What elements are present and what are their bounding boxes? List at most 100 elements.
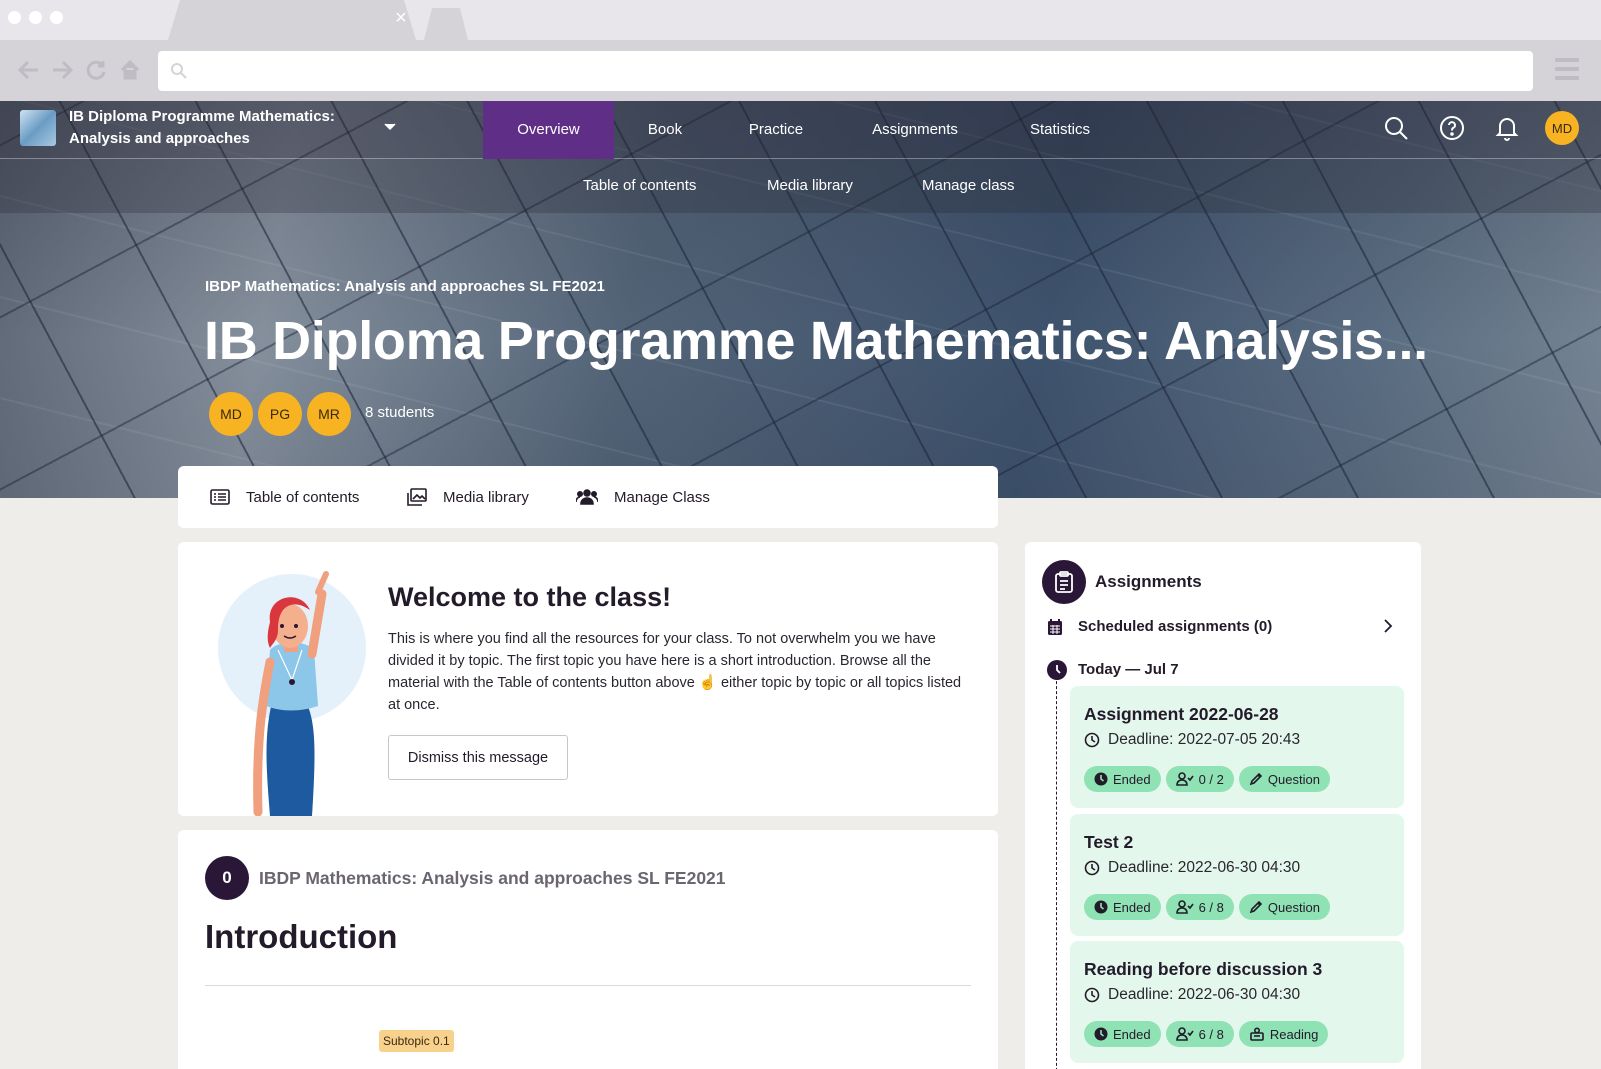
deadline-text: Deadline: 2022-06-30 04:30 xyxy=(1108,859,1301,876)
assignments-heading[interactable]: Assignments xyxy=(1095,572,1202,592)
list-icon xyxy=(210,489,230,505)
reload-icon[interactable] xyxy=(84,58,108,82)
quick-link-label: Table of contents xyxy=(246,488,360,506)
submissions-badge: 6 / 8 xyxy=(1165,894,1234,920)
topic-title[interactable]: Introduction xyxy=(205,918,397,956)
tab-practice[interactable]: Practice xyxy=(735,101,817,159)
user-avatar[interactable]: MD xyxy=(1545,111,1579,145)
assignment-title: Test 2 xyxy=(1084,832,1134,852)
type-badge: Question xyxy=(1238,894,1330,920)
users-group-icon xyxy=(576,489,598,505)
type-badge: Reading xyxy=(1238,1021,1329,1047)
member-avatar[interactable]: MD xyxy=(209,392,253,436)
image-gallery-icon xyxy=(407,488,427,506)
topic-number-badge: 0 xyxy=(205,856,249,900)
user-check-icon xyxy=(1175,772,1194,786)
chevron-right-icon[interactable] xyxy=(1383,618,1393,634)
assignment-title: Reading before discussion 3 xyxy=(1084,959,1323,979)
tab-statistics[interactable]: Statistics xyxy=(1015,101,1105,159)
reading-icon xyxy=(1250,1027,1264,1041)
assignment-card[interactable]: Reading before discussion 3 Deadline: 20… xyxy=(1070,941,1404,1063)
status-badge: Ended xyxy=(1084,766,1161,792)
clock-filled-icon xyxy=(1094,772,1108,786)
browser-tab-strip: × xyxy=(0,0,1601,40)
quick-link-label: Media library xyxy=(443,488,529,506)
clock-filled-icon xyxy=(1094,1027,1108,1041)
type-badge: Question xyxy=(1238,766,1330,792)
type-label: Question xyxy=(1267,899,1320,915)
window-controls[interactable] xyxy=(8,11,63,24)
clock-icon xyxy=(1047,660,1067,680)
clock-icon xyxy=(1084,987,1100,1003)
notifications-bell-icon[interactable] xyxy=(1492,113,1522,143)
welcome-message: This is where you find all the resources… xyxy=(388,631,962,713)
user-check-icon xyxy=(1175,900,1194,914)
assignment-deadline: Deadline: 2022-06-30 04:30 xyxy=(1084,859,1300,877)
quick-link-manage-class[interactable]: Manage Class xyxy=(576,466,710,528)
tab-assignments[interactable]: Assignments xyxy=(860,101,970,159)
address-bar[interactable] xyxy=(158,51,1533,91)
dismiss-message-button[interactable]: Dismiss this message xyxy=(388,735,568,780)
assignment-card[interactable]: Test 2 Deadline: 2022-06-30 04:30 Ended … xyxy=(1070,814,1404,936)
status-label: Ended xyxy=(1113,771,1151,787)
new-tab-button[interactable] xyxy=(424,8,468,40)
students-count[interactable]: 8 students xyxy=(365,404,434,421)
browser-menu-icon[interactable] xyxy=(1555,58,1579,80)
timeline-date: Today — Jul 7 xyxy=(1078,661,1179,678)
divider xyxy=(205,985,971,986)
help-icon[interactable] xyxy=(1437,113,1467,143)
topic-course-name: IBDP Mathematics: Analysis and approache… xyxy=(259,868,726,888)
type-label: Question xyxy=(1267,771,1320,787)
subtab-manage-class[interactable]: Manage class xyxy=(922,159,1015,213)
welcome-card: Welcome to the class! This is where you … xyxy=(178,542,998,816)
browser-tab-active[interactable] xyxy=(168,0,416,40)
close-window-dot[interactable] xyxy=(8,11,21,24)
user-check-icon xyxy=(1175,1027,1194,1041)
status-label: Ended xyxy=(1113,899,1151,915)
pencil-icon xyxy=(1249,900,1263,914)
waving-teacher-illustration xyxy=(218,571,366,816)
back-arrow-icon[interactable] xyxy=(17,58,41,82)
quick-link-table-of-contents[interactable]: Table of contents xyxy=(210,466,359,528)
status-label: Ended xyxy=(1113,1026,1151,1042)
quick-links-bar: Table of contents Media library Manage C… xyxy=(178,466,998,528)
book-cover-thumbnail[interactable] xyxy=(20,110,56,146)
tab-overview[interactable]: Overview xyxy=(483,101,614,159)
subtab-media-library[interactable]: Media library xyxy=(767,159,853,213)
clock-icon xyxy=(1084,860,1100,876)
deadline-text: Deadline: 2022-07-05 20:43 xyxy=(1108,731,1301,748)
home-icon[interactable] xyxy=(118,58,142,82)
chevron-down-icon[interactable] xyxy=(384,123,396,131)
submissions-badge: 6 / 8 xyxy=(1165,1021,1234,1047)
subtopic-badge: Subtopic 0.1 xyxy=(379,1030,454,1052)
timeline-line xyxy=(1056,666,1057,1069)
quick-link-media-library[interactable]: Media library xyxy=(407,466,529,528)
forward-arrow-icon[interactable] xyxy=(50,58,74,82)
clipboard-icon xyxy=(1042,560,1086,604)
minimize-window-dot[interactable] xyxy=(29,11,42,24)
status-badge: Ended xyxy=(1084,1021,1161,1047)
calendar-icon xyxy=(1048,619,1062,635)
close-tab-icon[interactable]: × xyxy=(392,8,410,28)
assignments-panel: Assignments Scheduled assignments (0) To… xyxy=(1025,542,1421,1069)
course-selector-title[interactable]: IB Diploma Programme Mathematics: Analys… xyxy=(69,106,369,150)
scheduled-assignments-link[interactable]: Scheduled assignments (0) xyxy=(1078,618,1272,635)
search-icon xyxy=(171,63,187,79)
submissions-badge: 0 / 2 xyxy=(1165,766,1234,792)
member-avatar[interactable]: MR xyxy=(307,392,351,436)
submissions-count: 0 / 2 xyxy=(1198,771,1224,787)
class-code: IBDP Mathematics: Analysis and approache… xyxy=(205,278,605,295)
deadline-text: Deadline: 2022-06-30 04:30 xyxy=(1108,986,1301,1003)
status-badge: Ended xyxy=(1084,894,1161,920)
assignment-card[interactable]: Assignment 2022-06-28 Deadline: 2022-07-… xyxy=(1070,686,1404,808)
tab-book[interactable]: Book xyxy=(630,101,700,159)
welcome-title: Welcome to the class! xyxy=(388,582,672,612)
member-avatar[interactable]: PG xyxy=(258,392,302,436)
subtab-table-of-contents[interactable]: Table of contents xyxy=(583,159,696,213)
maximize-window-dot[interactable] xyxy=(50,11,63,24)
topic-card: 0 IBDP Mathematics: Analysis and approac… xyxy=(178,830,998,1069)
clock-filled-icon xyxy=(1094,900,1108,914)
pencil-icon xyxy=(1249,772,1263,786)
search-icon[interactable] xyxy=(1381,113,1411,143)
page-title: IB Diploma Programme Mathematics: Analys… xyxy=(204,311,1428,371)
